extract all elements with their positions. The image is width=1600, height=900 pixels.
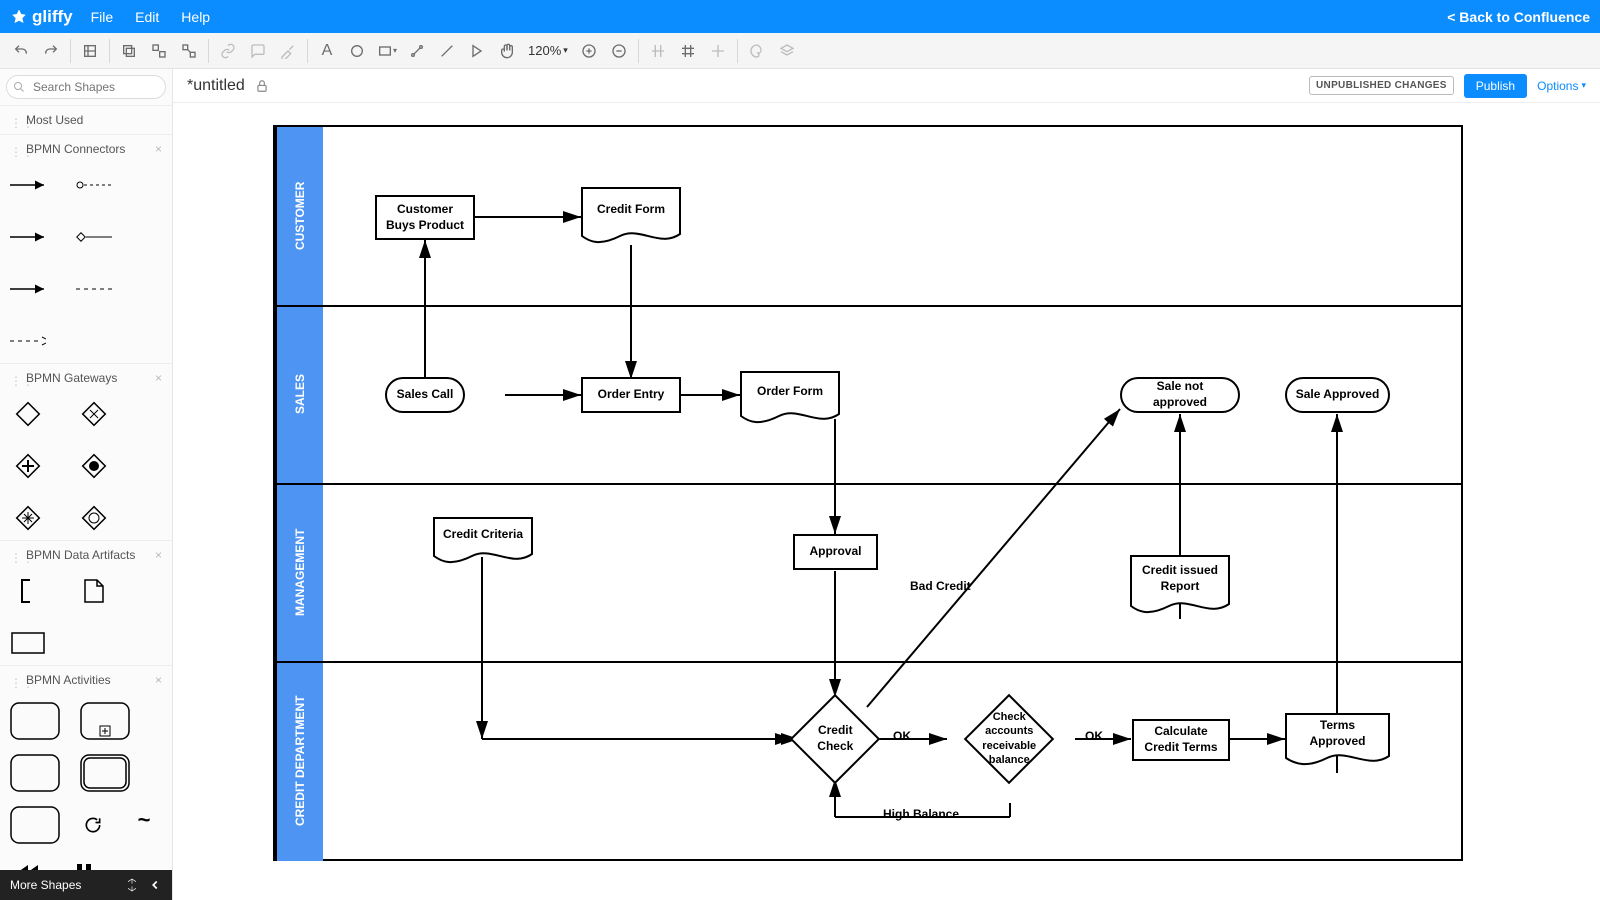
- connector-plain-icon[interactable]: [10, 275, 46, 303]
- node-terms-approved[interactable]: Terms Approved: [1285, 715, 1390, 753]
- swimlane-pool[interactable]: CUSTOMER SALES MANAGEMENT CREDIT DEPARTM…: [273, 125, 1463, 861]
- gateway-complex-icon[interactable]: [10, 504, 46, 532]
- fit-button[interactable]: [75, 36, 105, 66]
- publish-button[interactable]: Publish: [1464, 74, 1527, 98]
- activity-loop-icon[interactable]: [80, 806, 106, 844]
- menubar: gliffy File Edit Help < Back to Confluen…: [0, 0, 1600, 33]
- link-button[interactable]: [213, 36, 243, 66]
- rect-tool-button[interactable]: ▾: [372, 36, 402, 66]
- close-icon[interactable]: ×: [155, 548, 162, 562]
- node-calc-terms[interactable]: Calculate Credit Terms: [1132, 719, 1230, 761]
- gateway-exclusive-icon[interactable]: [10, 400, 46, 428]
- logo: gliffy: [10, 7, 73, 27]
- back-to-confluence-link[interactable]: < Back to Confluence: [1447, 9, 1590, 25]
- menu-edit[interactable]: Edit: [135, 9, 159, 25]
- activity-call-icon[interactable]: [10, 806, 60, 844]
- split-icon[interactable]: [124, 877, 140, 893]
- toolbar: A ▾ 120%▾: [0, 33, 1600, 69]
- copy-button[interactable]: [114, 36, 144, 66]
- node-order-form[interactable]: Order Form: [740, 373, 840, 411]
- document-title[interactable]: *untitled: [187, 77, 245, 95]
- node-order-entry[interactable]: Order Entry: [581, 377, 681, 413]
- play-tool-button[interactable]: [462, 36, 492, 66]
- node-sale-approved[interactable]: Sale Approved: [1285, 377, 1390, 413]
- connector-conditional-icon[interactable]: [76, 171, 112, 199]
- edge-label-ok2: OK: [1085, 729, 1103, 743]
- guides-button[interactable]: [703, 36, 733, 66]
- gateway-parallel-icon[interactable]: [10, 452, 46, 480]
- connector-tool-button[interactable]: [402, 36, 432, 66]
- section-activities[interactable]: ⋮⋮BPMN Activities×: [0, 666, 172, 694]
- group-button[interactable]: [144, 36, 174, 66]
- section-connectors[interactable]: ⋮⋮BPMN Connectors×: [0, 135, 172, 163]
- node-sales-call[interactable]: Sales Call: [385, 377, 465, 413]
- collapse-icon[interactable]: [148, 878, 162, 892]
- gateway-inclusive-filled-icon[interactable]: [76, 452, 112, 480]
- edge-label-high: High Balance: [883, 807, 959, 821]
- gateway-x-icon[interactable]: [76, 400, 112, 428]
- line-tool-button[interactable]: [432, 36, 462, 66]
- connector-dashed-arrow-icon[interactable]: [10, 327, 46, 355]
- activity-task-icon[interactable]: [10, 702, 60, 740]
- menu-file[interactable]: File: [91, 9, 114, 25]
- unpublished-badge: UNPUBLISHED CHANGES: [1309, 76, 1454, 95]
- comment-button[interactable]: [243, 36, 273, 66]
- artifact-group-icon[interactable]: [10, 629, 46, 657]
- connector-default-icon[interactable]: [10, 223, 46, 251]
- zoom-out-button[interactable]: [604, 36, 634, 66]
- zoom-display[interactable]: 120%▾: [522, 43, 574, 58]
- node-sale-not-approved[interactable]: Sale not approved: [1120, 377, 1240, 413]
- menu-help[interactable]: Help: [181, 9, 210, 25]
- sidebar-footer: More Shapes: [0, 870, 172, 900]
- redo-button[interactable]: [36, 36, 66, 66]
- search-input[interactable]: [6, 75, 166, 99]
- activity-transaction-icon[interactable]: [80, 754, 130, 792]
- canvas-area[interactable]: *untitled UNPUBLISHED CHANGES Publish Op…: [173, 69, 1600, 900]
- connector-sequence-icon[interactable]: [10, 171, 46, 199]
- artifact-data-icon[interactable]: [76, 577, 112, 605]
- circle-tool-button[interactable]: [342, 36, 372, 66]
- section-artifacts[interactable]: ⋮⋮BPMN Data Artifacts×: [0, 541, 172, 569]
- shapes-sidebar: ⋮⋮Most Used ⋮⋮BPMN Connectors× ⋮⋮BPMN Ga…: [0, 69, 173, 900]
- more-shapes-button[interactable]: More Shapes: [10, 878, 81, 892]
- close-icon[interactable]: ×: [155, 673, 162, 687]
- section-most-used[interactable]: ⋮⋮Most Used: [0, 106, 172, 134]
- activity-task2-icon[interactable]: [10, 754, 60, 792]
- undo-button[interactable]: [6, 36, 36, 66]
- ungroup-button[interactable]: [174, 36, 204, 66]
- edge-label-ok1: OK: [893, 729, 911, 743]
- node-approval[interactable]: Approval: [793, 534, 878, 570]
- grid-button[interactable]: [673, 36, 703, 66]
- snap-button[interactable]: [643, 36, 673, 66]
- edge-label-bad: Bad Credit: [910, 579, 971, 593]
- gateway-event-icon[interactable]: [76, 504, 112, 532]
- node-customer-buys[interactable]: Customer Buys Product: [375, 195, 475, 240]
- pan-tool-button[interactable]: [492, 36, 522, 66]
- shape-style-button[interactable]: [742, 36, 772, 66]
- activity-tilde-icon[interactable]: ~: [126, 806, 162, 834]
- node-credit-issued[interactable]: Credit issued Report: [1130, 557, 1230, 601]
- connector-diamond-icon[interactable]: [76, 223, 112, 251]
- node-credit-criteria[interactable]: Credit Criteria: [433, 519, 533, 551]
- search-icon: [13, 81, 25, 93]
- connector-association-icon[interactable]: [76, 275, 112, 303]
- layers-button[interactable]: [772, 36, 802, 66]
- close-icon[interactable]: ×: [155, 371, 162, 385]
- artifact-annotation-icon[interactable]: [10, 577, 46, 605]
- zoom-in-button[interactable]: [574, 36, 604, 66]
- format-painter-button[interactable]: [273, 36, 303, 66]
- close-icon[interactable]: ×: [155, 142, 162, 156]
- options-menu[interactable]: Options▾: [1537, 79, 1586, 93]
- lock-icon: [255, 79, 269, 93]
- section-gateways[interactable]: ⋮⋮BPMN Gateways×: [0, 364, 172, 392]
- activity-subprocess-icon[interactable]: [80, 702, 130, 740]
- text-tool-button[interactable]: A: [312, 36, 342, 66]
- brand-text: gliffy: [32, 7, 73, 27]
- document-header: *untitled UNPUBLISHED CHANGES Publish Op…: [173, 69, 1600, 103]
- node-credit-form[interactable]: Credit Form: [581, 189, 681, 231]
